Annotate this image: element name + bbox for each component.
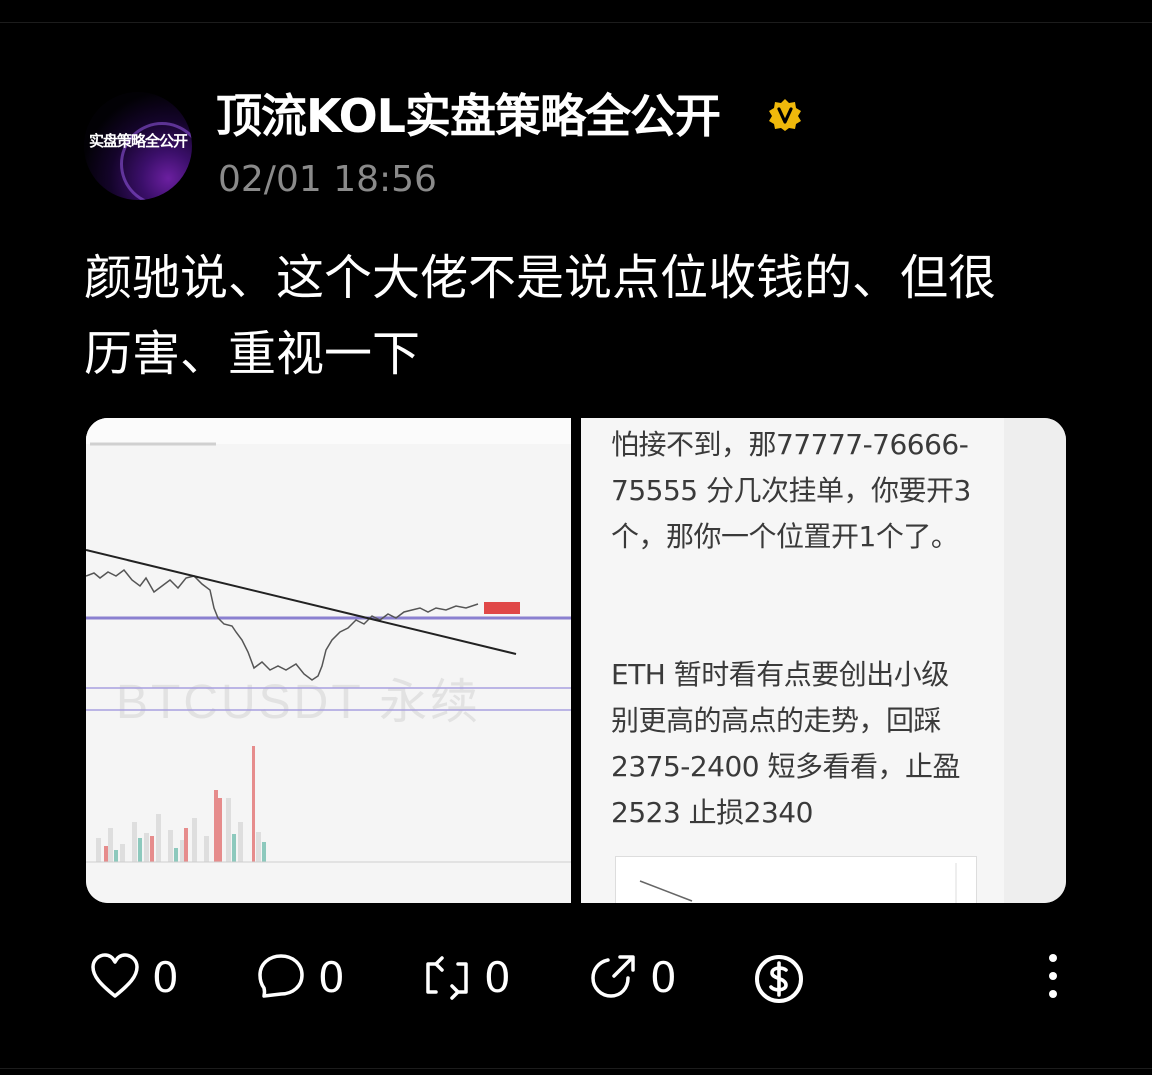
note-line-2: 75555 分几次挂单，你要开3	[611, 474, 971, 507]
repost-icon	[426, 956, 468, 1000]
chart-screenshot-graphic: BTCUSDT 永续	[86, 418, 571, 903]
note-side-band	[1004, 418, 1066, 903]
post-text: 颜驰说、这个大佬不是说点位收钱的、但很 历害、重视一下	[84, 240, 1084, 392]
more-vertical-icon[interactable]	[1034, 946, 1072, 1010]
repost-button[interactable]: 0	[422, 946, 522, 1010]
tip-button[interactable]	[752, 946, 806, 1010]
note-text: 怕接不到，那77777-76666- 75555 分几次挂单，你要开3 个，那你…	[611, 422, 991, 836]
note-line-7: 2523 止损2340	[611, 796, 813, 829]
action-bar: 0 0 0 0	[0, 946, 1152, 1010]
like-button[interactable]: 0	[90, 946, 190, 1010]
comment-bubble-icon	[258, 954, 304, 998]
verified-badge-icon	[769, 99, 801, 131]
bottom-divider	[0, 1068, 1152, 1069]
share-button[interactable]: 0	[588, 946, 688, 1010]
comment-button[interactable]: 0	[256, 946, 356, 1010]
note-line-6: 2375-2400 短多看看，止盈	[611, 750, 961, 783]
share-icon	[591, 955, 635, 998]
dollar-coin-icon	[755, 955, 803, 1003]
note-line-4: ETH 暂时看有点要创出小级	[611, 658, 949, 691]
post-text-line-1: 颜驰说、这个大佬不是说点位收钱的、但很	[84, 250, 997, 306]
note-mini-chart	[615, 856, 977, 903]
post-timestamp: 02/01 18:56	[218, 159, 437, 200]
post-text-line-2: 历害、重视一下	[84, 326, 421, 382]
share-count: 0	[650, 953, 677, 1002]
note-line-3: 个，那你一个位置开1个了。	[611, 520, 959, 553]
note-line-5: 别更高的高点的走势，回踩	[611, 704, 942, 737]
author-name[interactable]: 顶流KOL实盘策略全公开	[216, 88, 721, 144]
top-divider	[0, 22, 1152, 23]
avatar-text: 实盘策略全公开	[88, 132, 188, 150]
post-image-chart[interactable]: BTCUSDT 永续	[86, 418, 571, 903]
avatar[interactable]: 实盘策略全公开	[84, 92, 192, 200]
repost-count: 0	[484, 953, 511, 1002]
comment-count: 0	[318, 953, 345, 1002]
post-image-note[interactable]: 怕接不到，那77777-76666- 75555 分几次挂单，你要开3 个，那你…	[581, 418, 1066, 903]
heart-icon	[91, 953, 139, 998]
note-line-1: 怕接不到，那77777-76666-	[611, 428, 969, 461]
like-count: 0	[152, 953, 179, 1002]
chart-watermark: BTCUSDT 永续	[116, 676, 481, 729]
